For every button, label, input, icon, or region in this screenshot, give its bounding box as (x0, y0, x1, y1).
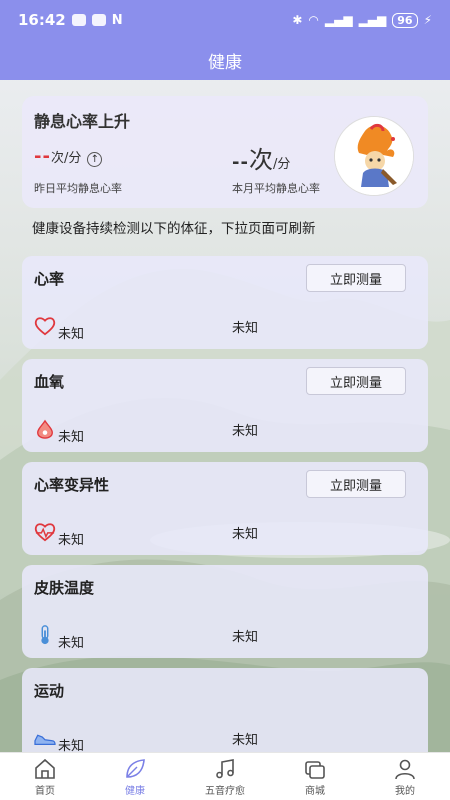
status-bar: 16:42 N ✱ ◠ ▂▄▆ ▂▄▆ 96 ⚡ (0, 0, 450, 40)
card-status-left: 未知 (58, 327, 85, 342)
card-status-left: 未知 (58, 636, 85, 651)
card-status-right: 未知 (232, 630, 259, 645)
shop-icon (305, 760, 325, 779)
hrv-card[interactable]: 心率变异性 立即测量 未知 未知 (22, 462, 428, 555)
tab-home[interactable]: 首页 (5, 757, 85, 797)
leaf-icon (126, 758, 145, 778)
shoe-icon (34, 734, 56, 745)
card-status-right: 未知 (232, 321, 259, 336)
measure-heart-rate-button[interactable]: 立即测量 (306, 264, 406, 292)
heart-rate-card[interactable]: 心率 立即测量 未知 未知 (22, 256, 428, 349)
battery-icon: 96 (392, 12, 418, 28)
card-status-left: 未知 (58, 533, 85, 548)
month-value: -- (232, 152, 249, 173)
month-unit: /分 (272, 157, 291, 172)
tab-health[interactable]: 健康 (95, 757, 175, 797)
card-title: 心率 (34, 270, 65, 288)
card-title: 心率变异性 (34, 476, 110, 494)
notification-icon (71, 14, 86, 26)
tab-label: 我的 (395, 785, 415, 797)
heart-icon (34, 317, 56, 336)
blood-oxygen-card[interactable]: 血氧 立即测量 未知 未知 (22, 359, 428, 452)
nfc-icon: N (111, 12, 123, 28)
thermometer-icon (41, 625, 49, 645)
summary-title: 静息心率上升 (34, 112, 131, 131)
card-title: 皮肤温度 (34, 579, 95, 597)
page-title: 健康 (208, 52, 242, 73)
card-title: 血氧 (34, 373, 65, 391)
home-icon (35, 758, 55, 779)
tab-music-therapy[interactable]: 五音疗愈 (185, 757, 265, 797)
blood-drop-icon (37, 419, 53, 439)
card-status-left: 未知 (58, 430, 85, 445)
arrow-up-icon: ↑ (87, 152, 103, 167)
card-status-right: 未知 (232, 424, 259, 439)
status-time: 16:42 (18, 11, 66, 29)
signal-icon: ▂▄▆ (324, 13, 353, 27)
card-status-left: 未知 (58, 739, 85, 752)
month-big-unit: 次 (248, 146, 273, 174)
card-status-right: 未知 (232, 527, 259, 542)
app-notification-icon (91, 14, 106, 26)
tab-label: 首页 (35, 785, 55, 797)
bottom-tab-bar: 首页 健康 五音疗愈 商城 我的 (0, 752, 450, 800)
yesterday-value-row: -- 次/分 ↑ (34, 146, 103, 167)
signal-icon-2: ▂▄▆ (358, 13, 387, 27)
tab-label: 五音疗愈 (205, 785, 245, 797)
card-status-right: 未知 (232, 733, 259, 748)
page-title-bar: 健康 (0, 40, 450, 80)
tab-shop[interactable]: 商城 (275, 757, 355, 797)
mascot-avatar-icon (334, 116, 414, 196)
exercise-card[interactable]: 运动 未知 未知 (22, 668, 428, 752)
yesterday-label: 昨日平均静息心率 (34, 182, 122, 195)
wifi-icon: ◠ (308, 13, 319, 27)
main-content[interactable]: 静息心率上升 -- 次/分 ↑ 昨日平均静息心率 -- 次 /分 本月平均静息心… (0, 80, 450, 752)
info-text: 健康设备持续检测以下的体征，下拉页面可刷新 (32, 221, 316, 237)
yesterday-unit: 次/分 (50, 151, 82, 166)
user-icon (395, 759, 415, 779)
tab-profile[interactable]: 我的 (365, 757, 445, 797)
month-label: 本月平均静息心率 (232, 182, 320, 195)
bluetooth-icon: ✱ (292, 13, 303, 27)
measure-blood-oxygen-button[interactable]: 立即测量 (306, 367, 406, 395)
measure-hrv-button[interactable]: 立即测量 (306, 470, 406, 498)
month-value-row: -- 次 /分 (232, 140, 290, 175)
yesterday-value: -- (34, 146, 51, 167)
heart-pulse-icon (34, 523, 56, 542)
tab-label: 健康 (125, 785, 145, 797)
charging-icon: ⚡ (423, 13, 432, 27)
music-note-icon (216, 758, 234, 778)
tab-label: 商城 (305, 785, 325, 797)
skin-temperature-card[interactable]: 皮肤温度 未知 未知 (22, 565, 428, 658)
resting-heart-rate-summary[interactable]: 静息心率上升 -- 次/分 ↑ 昨日平均静息心率 -- 次 /分 本月平均静息心… (22, 96, 428, 208)
card-title: 运动 (34, 682, 65, 700)
